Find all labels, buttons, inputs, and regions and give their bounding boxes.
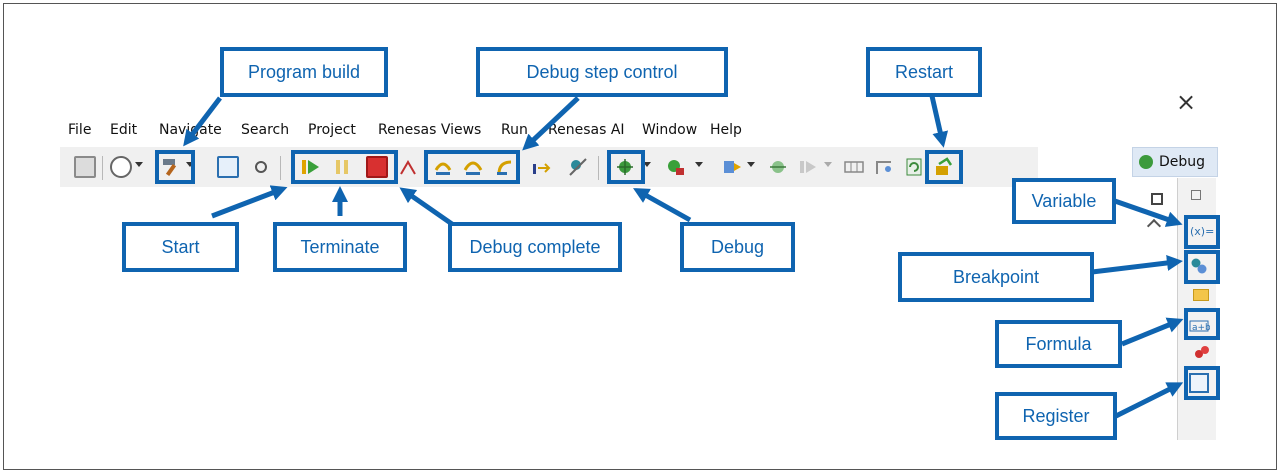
callout-breakpoint: Breakpoint (898, 252, 1094, 302)
arrow-debug-complete (399, 187, 454, 227)
callout-debug-step-control: Debug step control (476, 47, 728, 97)
arrow-variable (1111, 197, 1183, 227)
arrow-program-build (183, 96, 222, 147)
callout-start: Start (122, 222, 239, 272)
arrow-formula (1121, 317, 1184, 347)
arrow-debug-step-control (522, 96, 580, 151)
arrow-restart (929, 95, 949, 148)
arrow-start (211, 185, 288, 219)
callout-debug-complete: Debug complete (448, 222, 622, 272)
callout-restart: Restart (866, 47, 982, 97)
callout-debug: Debug (680, 222, 795, 272)
arrow-breakpoint (1091, 255, 1183, 275)
callout-formula: Formula (995, 320, 1122, 368)
arrow-register (1114, 382, 1184, 419)
callout-variable: Variable (1012, 178, 1116, 224)
callout-terminate: Terminate (273, 222, 407, 272)
callout-program-build: Program build (220, 47, 388, 97)
arrow-debug (633, 188, 692, 223)
callout-register: Register (995, 392, 1117, 440)
